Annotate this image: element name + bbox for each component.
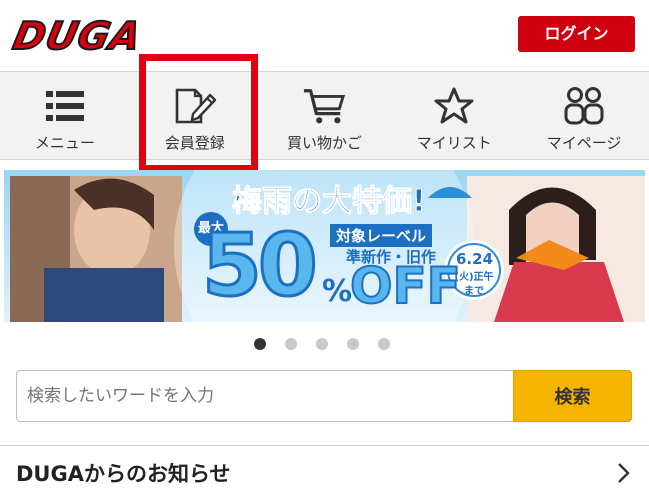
logo-text: DUGA [8, 13, 146, 59]
users-icon [562, 86, 606, 126]
carousel-dot[interactable] [347, 338, 359, 350]
login-button[interactable]: ログイン [518, 16, 635, 52]
search-button[interactable]: 検索 [513, 370, 632, 422]
header: DUGA ログイン [0, 0, 649, 72]
menu-list-icon [43, 86, 87, 126]
nav-item-mypage[interactable]: マイページ [519, 72, 649, 160]
duga-logo[interactable]: DUGA [8, 13, 186, 59]
banner-date: 6.24 [456, 250, 494, 268]
banner-title: 梅雨の大特価! [232, 184, 427, 220]
nav-item-register[interactable]: 会員登録 [130, 72, 260, 160]
nav-item-cart[interactable]: 買い物かご [260, 72, 390, 160]
banner-date-end: まで [464, 286, 484, 297]
register-edit-icon [173, 86, 217, 126]
nav-item-mylist[interactable]: マイリスト [389, 72, 519, 160]
main-nav: メニュー 会員登録 買い物かご マイリスト マイページ [0, 72, 649, 160]
carousel-dot[interactable] [254, 338, 266, 350]
search-bar: 検索 [16, 370, 632, 422]
banner-line1: 対象レーベル [330, 224, 433, 247]
promo-banner[interactable]: 梅雨の大特価! 最大 50 % OFF 対象レーベル 準新作・旧作 6.24 (… [4, 170, 645, 322]
star-icon [432, 86, 476, 126]
carousel-dot[interactable] [378, 338, 390, 350]
nav-item-menu[interactable]: メニュー [0, 72, 130, 160]
banner-discount: 50 [201, 216, 320, 316]
nav-label-mylist: マイリスト [416, 134, 492, 152]
carousel-dot[interactable] [316, 338, 328, 350]
banner-line2: 準新作・旧作 [346, 248, 437, 266]
nav-label-mypage: マイページ [546, 134, 622, 152]
carousel-dot[interactable] [285, 338, 297, 350]
banner-date-sub: (火)正午 [454, 272, 494, 283]
nav-label-register: 会員登録 [164, 134, 225, 152]
notice-title[interactable]: DUGAからのお知らせ [16, 458, 231, 488]
nav-label-cart: 買い物かご [286, 134, 362, 152]
chevron-right-icon[interactable] [612, 460, 636, 486]
banner-percent: % [322, 274, 353, 309]
shopping-cart-icon [302, 86, 346, 126]
carousel-dots [254, 338, 390, 350]
divider [0, 445, 649, 446]
search-input[interactable] [16, 370, 513, 422]
nav-label-menu: メニュー [34, 134, 95, 152]
